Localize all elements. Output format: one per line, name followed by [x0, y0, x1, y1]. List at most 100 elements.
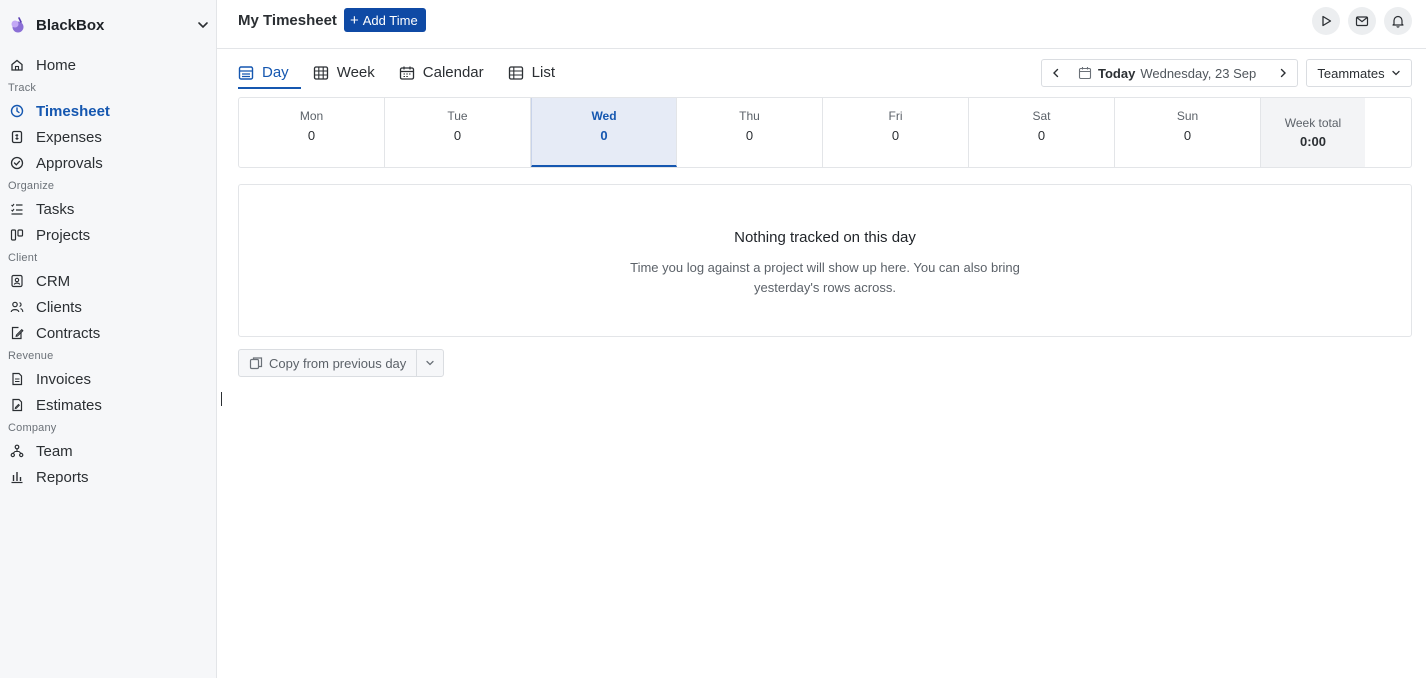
messages-button[interactable] [1348, 7, 1376, 35]
sidebar-resize-handle[interactable] [221, 392, 222, 406]
week-total-value: 0:00 [1299, 134, 1327, 149]
chevron-down-icon [198, 22, 208, 29]
day-total: 0 [307, 128, 316, 143]
day-name: Tue [447, 109, 468, 123]
bell-icon [1392, 15, 1404, 28]
sidebar-item-timesheet[interactable]: Timesheet [0, 98, 216, 124]
sidebar-item-label: Approvals [36, 154, 103, 172]
day-total: 0 [1183, 128, 1192, 143]
teammates-label: Teammates [1317, 65, 1385, 81]
current-date[interactable]: Wednesday, 23 Sep [1140, 66, 1269, 81]
day-cell-wed[interactable]: Wed 0 [531, 98, 677, 167]
sidebar-item-projects[interactable]: Projects [0, 222, 216, 248]
sidebar-item-reports[interactable]: Reports [0, 464, 216, 490]
day-name: Sun [1176, 109, 1199, 123]
day-total: 0 [1037, 128, 1046, 143]
sidebar-nav: Home Track Timesheet Expenses Approvals … [0, 52, 216, 490]
page-title: My Timesheet [238, 12, 337, 29]
day-cell-thu[interactable]: Thu 0 [677, 98, 823, 167]
team-hierarchy-icon [10, 444, 24, 458]
sidebar-section-client: Client [8, 252, 38, 264]
sidebar-item-label: Projects [36, 226, 91, 244]
play-icon [1322, 15, 1332, 27]
day-cell-tue[interactable]: Tue 0 [385, 98, 531, 167]
workspace-name: BlackBox [36, 16, 105, 34]
day-cell-fri[interactable]: Fri 0 [823, 98, 969, 167]
copy-from-previous-day-button[interactable]: Copy from previous day [239, 350, 418, 376]
add-time-button[interactable]: + Add Time [344, 8, 426, 32]
day-view-icon [238, 66, 254, 80]
sidebar-item-label: Timesheet [36, 102, 110, 120]
bar-chart-icon [10, 470, 24, 484]
sidebar-item-estimates[interactable]: Estimates [0, 392, 216, 418]
day-total: 0 [600, 128, 608, 143]
sidebar-item-label: Expenses [36, 128, 102, 146]
sidebar-item-label: Invoices [36, 370, 92, 388]
sidebar-item-invoices[interactable]: Invoices [0, 366, 216, 392]
header: My Timesheet + Add Time [217, 0, 1426, 49]
day-name: Thu [739, 109, 760, 123]
workspace-switcher[interactable]: BlackBox [8, 14, 210, 36]
sidebar-item-label: Reports [36, 468, 89, 486]
tab-list[interactable]: List [508, 60, 555, 89]
header-actions [1312, 7, 1412, 35]
invoice-icon [10, 372, 24, 386]
week-total: Week total 0:00 [1261, 98, 1365, 167]
users-icon [10, 300, 24, 314]
projects-board-icon [10, 228, 24, 242]
sidebar-item-approvals[interactable]: Approvals [0, 150, 216, 176]
chevron-left-icon [1053, 68, 1059, 78]
empty-state-body: Time you log against a project will show… [630, 260, 1020, 295]
sidebar-item-label: Team [36, 442, 73, 460]
day-name: Sat [1032, 109, 1051, 123]
sidebar-item-clients[interactable]: Clients [0, 294, 216, 320]
tab-label: Calendar [422, 64, 484, 81]
day-cell-sat[interactable]: Sat 0 [969, 98, 1115, 167]
teammates-dropdown[interactable]: Teammates [1306, 59, 1412, 87]
notifications-button[interactable] [1384, 7, 1412, 35]
tab-label: Week [336, 64, 375, 81]
home-icon [10, 58, 24, 72]
copy-options-dropdown[interactable] [417, 350, 443, 376]
sidebar-item-label: Tasks [36, 200, 75, 218]
tab-label: List [531, 64, 555, 81]
estimate-icon [10, 398, 24, 412]
start-timer-button[interactable] [1312, 7, 1340, 35]
tab-day[interactable]: Day [238, 60, 301, 89]
sidebar-item-crm[interactable]: CRM [0, 268, 216, 294]
timesheet-icon [10, 104, 24, 118]
sidebar-section-organize: Organize [8, 180, 55, 192]
date-navigator: Today Wednesday, 23 Sep [1041, 59, 1298, 87]
tab-calendar[interactable]: Calendar [399, 60, 484, 89]
day-cell-sun[interactable]: Sun 0 [1115, 98, 1261, 167]
sidebar-item-label: Estimates [36, 396, 102, 414]
sidebar: BlackBox Home Track Timesheet Expenses A… [0, 0, 217, 678]
sidebar-item-expenses[interactable]: Expenses [0, 124, 216, 150]
week-total-label: Week total [1284, 116, 1342, 130]
tab-week[interactable]: Week [313, 60, 375, 89]
day-cell-mon[interactable]: Mon 0 [239, 98, 385, 167]
sidebar-item-tasks[interactable]: Tasks [0, 196, 216, 222]
sidebar-section-company: Company [8, 422, 57, 434]
sidebar-item-contracts[interactable]: Contracts [0, 320, 216, 346]
list-table-icon [508, 66, 523, 80]
sidebar-item-label: Clients [36, 298, 82, 316]
next-day-button[interactable] [1269, 60, 1297, 86]
copy-previous-day-group: Copy from previous day [238, 349, 445, 377]
contact-card-icon [10, 274, 24, 288]
brand-logo-icon [11, 17, 24, 33]
sidebar-item-label: Home [36, 56, 77, 74]
today-button[interactable]: Today [1098, 66, 1135, 81]
tab-label: Day [262, 64, 289, 81]
mail-icon [1355, 16, 1369, 27]
receipt-icon [10, 130, 24, 144]
previous-day-button[interactable] [1042, 60, 1070, 86]
sidebar-item-team[interactable]: Team [0, 438, 216, 464]
copy-icon [249, 357, 263, 370]
chevron-down-icon [1391, 70, 1400, 76]
view-tabs: Day Week Calendar List [238, 60, 579, 89]
day-total: 0 [891, 128, 900, 143]
sidebar-item-home[interactable]: Home [0, 52, 216, 78]
empty-state: Nothing tracked on this day Time you log… [238, 184, 1412, 337]
sidebar-section-revenue: Revenue [8, 350, 54, 362]
